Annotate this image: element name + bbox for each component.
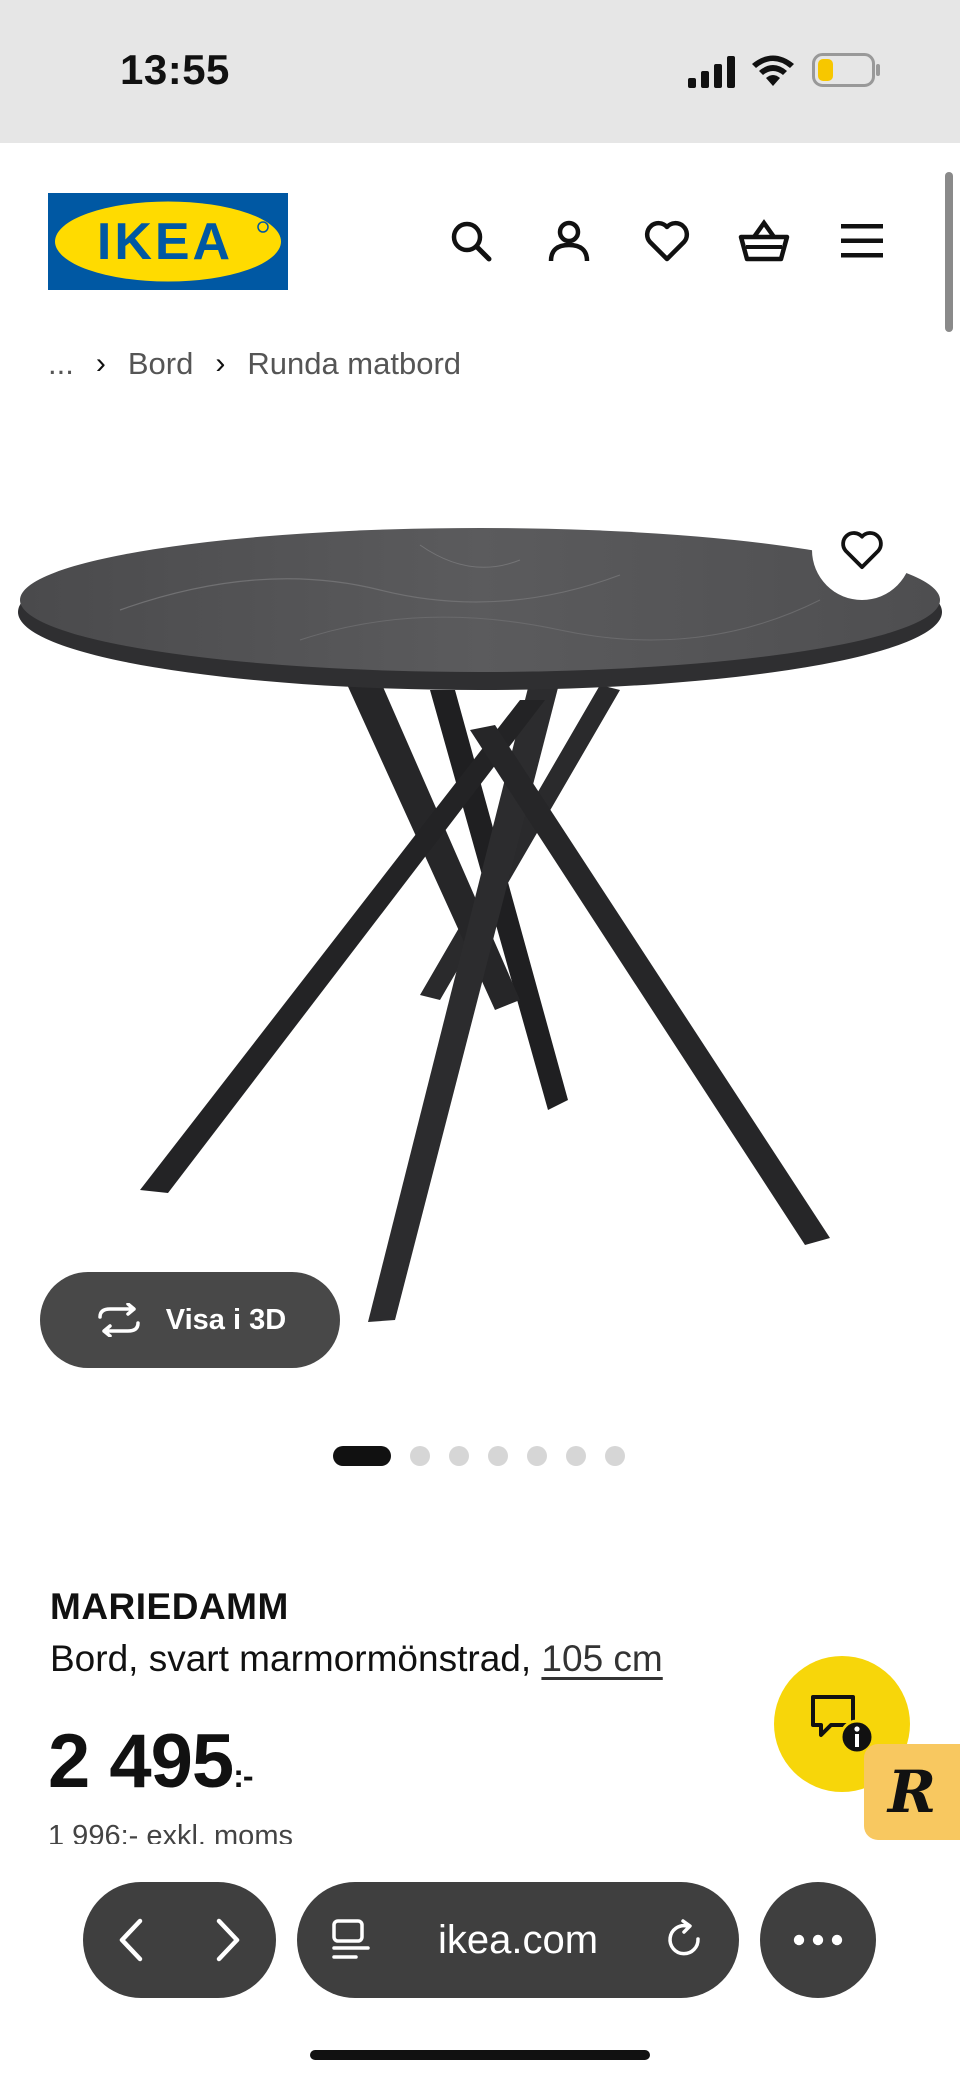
price-value: 2 495: [48, 1719, 234, 1804]
basket-icon[interactable]: [737, 214, 791, 268]
product-size-link[interactable]: 105 cm: [541, 1638, 662, 1679]
chevron-right-icon: ›: [95, 347, 106, 380]
carousel-dot[interactable]: [566, 1446, 586, 1466]
rakuten-badge[interactable]: R: [864, 1744, 960, 1840]
navigation-pill: [83, 1882, 276, 1998]
status-time: 13:55: [120, 46, 230, 93]
rotate-3d-icon: [98, 1303, 140, 1337]
breadcrumb-item-runda-matbord[interactable]: Runda matbord: [247, 346, 461, 382]
product-description-text: Bord, svart marmormönstrad,: [50, 1638, 532, 1679]
menu-icon[interactable]: [835, 214, 889, 268]
more-options-button[interactable]: [760, 1882, 876, 1998]
url-text[interactable]: ikea.com: [438, 1918, 598, 1963]
carousel-dot[interactable]: [449, 1446, 469, 1466]
view-in-3d-button[interactable]: Visa i 3D: [40, 1272, 340, 1368]
reader-view-icon[interactable]: [331, 1918, 371, 1962]
home-indicator[interactable]: [310, 2050, 650, 2060]
breadcrumb-item-more[interactable]: ...: [48, 346, 74, 382]
chevron-left-icon: [120, 1918, 143, 1962]
carousel-dot[interactable]: [527, 1446, 547, 1466]
price-suffix: :-: [233, 1758, 253, 1794]
heart-icon[interactable]: [640, 214, 694, 268]
carousel-dot-active[interactable]: [333, 1446, 391, 1466]
ikea-logo[interactable]: IKEA: [48, 193, 288, 290]
carousel-dot[interactable]: [410, 1446, 430, 1466]
view-in-3d-label: Visa i 3D: [165, 1303, 287, 1336]
ellipsis-icon: [793, 1934, 843, 1946]
reload-icon[interactable]: [665, 1919, 705, 1961]
product-name: MARIEDAMM: [50, 1586, 289, 1627]
product-description: Bord, svart marmormönstrad, 105 cm: [50, 1638, 663, 1680]
carousel-dot[interactable]: [488, 1446, 508, 1466]
signal-icon: [688, 56, 738, 93]
chevron-right-icon: ›: [215, 347, 226, 380]
chevron-right-icon: [216, 1918, 239, 1962]
price-excl-vat: 1 996:- exkl. moms: [48, 1820, 293, 1844]
breadcrumb-item-bord[interactable]: Bord: [128, 346, 193, 382]
carousel-dots: [333, 1446, 625, 1466]
add-to-favorites-button[interactable]: [812, 500, 912, 600]
product-price: 2 495:-: [48, 1718, 254, 1805]
address-bar[interactable]: ikea.com: [297, 1882, 739, 1998]
forward-button[interactable]: [213, 1917, 243, 1963]
logo-text: IKEA: [97, 213, 233, 271]
user-icon[interactable]: [542, 214, 596, 268]
back-button[interactable]: [116, 1917, 146, 1963]
breadcrumb: ... › Bord › Runda matbord: [48, 346, 461, 382]
heart-icon: [841, 531, 883, 570]
carousel-dot[interactable]: [605, 1446, 625, 1466]
scrollbar[interactable]: [945, 172, 953, 332]
battery-icon: [812, 53, 882, 92]
search-icon[interactable]: [444, 214, 498, 268]
product-image[interactable]: [0, 480, 960, 1360]
wifi-icon: [752, 54, 794, 93]
